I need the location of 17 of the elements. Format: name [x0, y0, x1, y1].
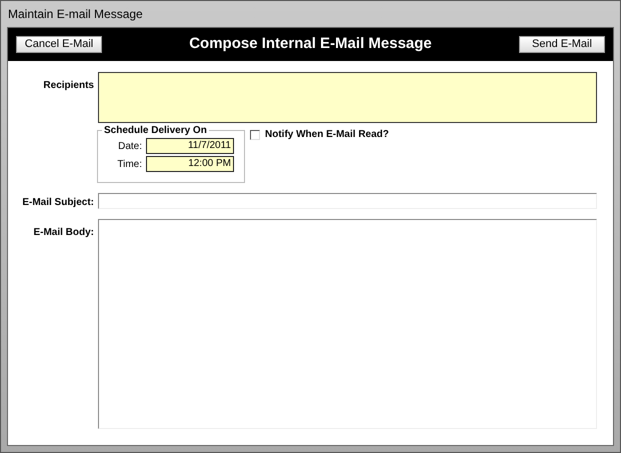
date-field[interactable]: 11/7/2011 — [146, 138, 234, 154]
subject-label: E-Mail Subject: — [22, 197, 94, 208]
time-label: Time: — [116, 158, 142, 172]
body-field[interactable] — [98, 219, 597, 429]
notify-label: Notify When E-Mail Read? — [265, 128, 389, 142]
subject-field[interactable] — [98, 193, 597, 209]
form-title: Compose Internal E-Mail Message — [189, 34, 432, 54]
send-button[interactable]: Send E-Mail — [518, 36, 605, 53]
time-field[interactable]: 12:00 PM — [146, 156, 234, 172]
recipients-label: Recipients — [43, 80, 94, 91]
window-title: Maintain E-mail Message — [8, 6, 143, 23]
date-label: Date: — [117, 140, 142, 154]
notify-checkbox[interactable] — [250, 130, 260, 140]
recipients-field[interactable] — [98, 72, 597, 123]
cancel-button[interactable]: Cancel E-Mail — [16, 36, 102, 53]
schedule-legend: Schedule Delivery On — [102, 123, 209, 138]
body-label: E-Mail Body: — [33, 227, 94, 238]
